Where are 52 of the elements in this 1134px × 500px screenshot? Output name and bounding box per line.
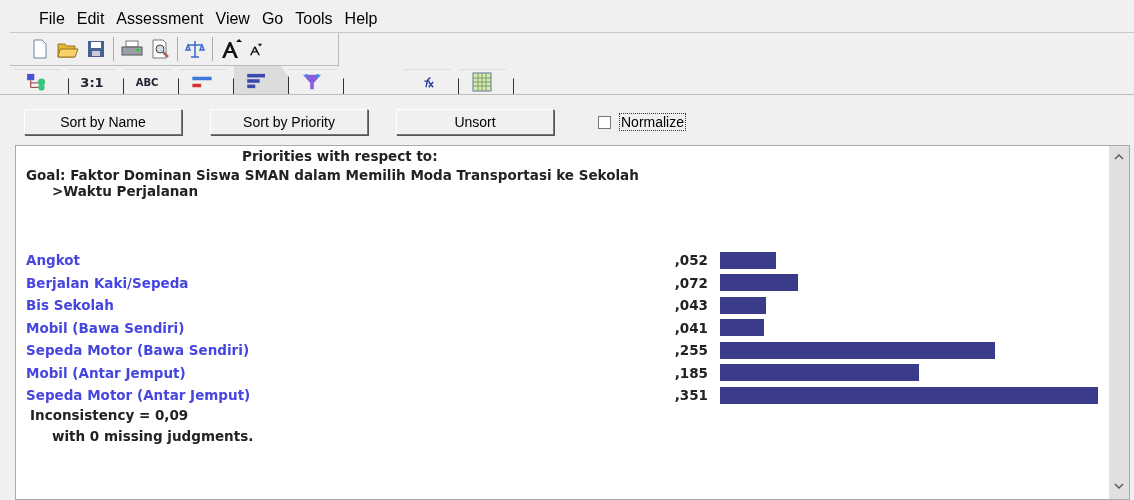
menu-item[interactable]: Help [343, 10, 379, 28]
tab[interactable] [179, 69, 234, 94]
missing-judgments-text: with 0 missing judgments. [51, 427, 255, 444]
menu-item[interactable]: Edit [75, 10, 106, 28]
priority-value: ,185 [673, 364, 709, 381]
printer-icon[interactable] [121, 39, 143, 59]
alternative-name: Mobil (Antar Jemput) [26, 364, 187, 381]
tab[interactable] [234, 66, 289, 94]
alternative-name: Angkot [26, 252, 82, 269]
priority-value: ,072 [673, 274, 709, 291]
save-icon[interactable] [86, 39, 106, 59]
grid-icon [472, 72, 492, 92]
alternative-name: Sepeda Motor (Bawa Sendiri) [26, 342, 251, 359]
bar-chart-icon [190, 75, 214, 89]
alternative-name: Sepeda Motor (Antar Jemput) [26, 387, 252, 404]
priority-bar [720, 296, 767, 314]
checkbox-label[interactable]: Normalize [619, 113, 686, 131]
sort-button[interactable]: Sort by Priority [210, 109, 368, 135]
menu-item[interactable]: Assessment [115, 10, 205, 28]
balance-scale-icon[interactable] [185, 39, 205, 59]
alternative-name: Mobil (Bawa Sendiri) [26, 319, 186, 336]
menu-item[interactable]: Go [260, 10, 285, 28]
priority-bar [720, 319, 765, 337]
node-text: >Waktu Perjalanan [51, 183, 200, 199]
menu-item[interactable]: View [214, 10, 251, 28]
tab[interactable] [404, 69, 459, 94]
scroll-up-icon[interactable] [1114, 154, 1124, 160]
alternative-name: Bis Sekolah [26, 297, 115, 314]
increase-font-icon[interactable] [220, 38, 242, 60]
priority-value: ,041 [673, 319, 709, 336]
sort-button[interactable]: Sort by Name [24, 109, 182, 135]
priority-value: ,351 [673, 387, 709, 404]
scroll-down-icon[interactable] [1114, 483, 1124, 489]
normalize-checkbox[interactable] [598, 115, 611, 129]
scrollbar[interactable] [1108, 146, 1129, 499]
goal-text: Goal: Faktor Dominan Siswa SMAN dalam Memilih Moda Transportasi ke Sekolah [26, 167, 640, 183]
tab[interactable] [14, 69, 69, 94]
menu-item[interactable]: File [38, 10, 66, 28]
decrease-font-icon[interactable] [249, 41, 263, 57]
priority-value: ,052 [673, 252, 709, 269]
tab[interactable]: 3:1 [69, 69, 124, 94]
sort-button[interactable]: Unsort [396, 109, 554, 135]
tab[interactable]: ABC [124, 69, 179, 94]
alternative-name: Berjalan Kaki/Sepeda [26, 274, 190, 291]
priority-value: ,043 [673, 297, 709, 314]
print-preview-icon[interactable] [150, 39, 170, 59]
tab[interactable] [289, 69, 344, 94]
menu-item[interactable]: Tools [294, 10, 334, 28]
priority-bar [720, 251, 776, 269]
report-heading: Priorities with respect to: [241, 148, 439, 164]
inconsistency-text: Inconsistency = 0,09 [29, 406, 190, 423]
priority-value: ,255 [673, 342, 709, 359]
